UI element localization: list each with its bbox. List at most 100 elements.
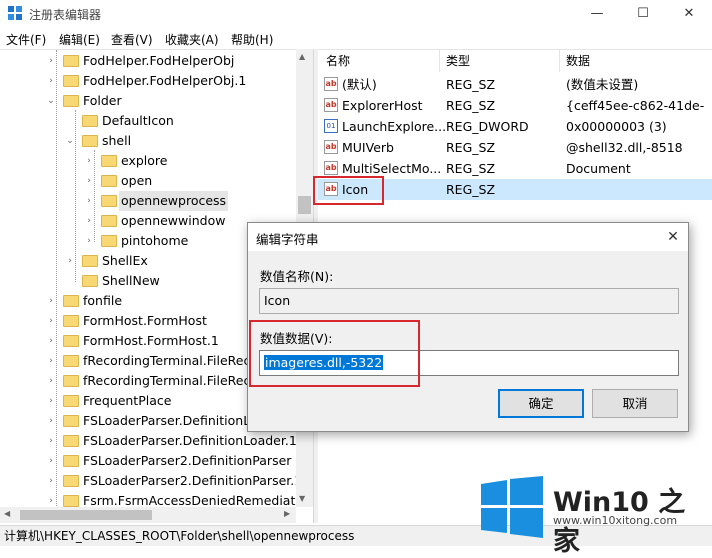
value-data: {ceff45ee-c862-41de- <box>566 98 705 113</box>
dialog-close-icon[interactable]: ✕ <box>660 226 686 248</box>
annotation-highlight-value-data <box>249 320 420 387</box>
column-header-name[interactable]: 名称 <box>326 50 350 72</box>
tree-item[interactable]: › FSLoaderParser2.DefinitionParser.1 <box>0 471 302 491</box>
expand-arrow-icon[interactable]: › <box>46 411 56 431</box>
folder-icon <box>63 495 79 507</box>
expand-arrow-icon[interactable]: › <box>84 191 94 211</box>
scroll-up-icon[interactable]: ▲ <box>299 52 305 61</box>
tree-item-label: fonfile <box>83 293 123 308</box>
expand-arrow-icon[interactable]: › <box>46 351 56 371</box>
folder-icon <box>63 375 79 387</box>
expand-arrow-icon[interactable]: › <box>46 331 56 351</box>
folder-icon <box>63 55 79 67</box>
tree-scroll-thumb[interactable] <box>298 196 311 214</box>
column-header-type[interactable]: 类型 <box>446 50 470 72</box>
folder-icon <box>101 155 117 167</box>
tree-item-label: explore <box>121 153 168 168</box>
tree-item-label: shell <box>102 133 132 148</box>
expand-arrow-icon[interactable]: › <box>84 231 94 251</box>
watermark-url: www.win10xitong.com <box>553 514 678 527</box>
value-row[interactable]: ab ExplorerHost REG_SZ {ceff45ee-c862-41de- <box>318 95 712 116</box>
tree-item-label: fRecordingTerminal.FileReco <box>83 353 258 368</box>
annotation-highlight-icon-value <box>313 176 384 205</box>
expand-arrow-icon[interactable]: › <box>46 371 56 391</box>
value-row[interactable]: ab MUIVerb REG_SZ @shell32.dll,-8518 <box>318 137 712 158</box>
tree-item-label: Folder <box>83 93 122 108</box>
folder-icon <box>63 415 79 427</box>
tree-item[interactable]: › explore <box>0 151 296 171</box>
collapse-arrow-icon[interactable]: ⌄ <box>46 91 56 111</box>
tree-item[interactable]: DefaultIcon <box>0 111 296 131</box>
menu-bar <box>0 28 712 49</box>
expand-arrow-icon[interactable]: › <box>46 471 56 491</box>
folder-icon <box>101 215 117 227</box>
value-row[interactable]: ab (默认) REG_SZ (数值未设置) <box>318 74 712 95</box>
expand-arrow-icon[interactable]: › <box>65 251 75 271</box>
tree-item-label: FormHost.FormHost.1 <box>83 333 219 348</box>
tree-item[interactable]: › FodHelper.FodHelperObj.1 <box>0 71 296 91</box>
value-type: REG_DWORD <box>446 119 529 134</box>
folder-icon <box>63 475 79 487</box>
tree-item[interactable]: › FSLoaderParser2.DefinitionParser <box>0 451 296 471</box>
folder-icon <box>63 395 79 407</box>
expand-arrow-icon[interactable]: › <box>84 171 94 191</box>
folder-icon <box>101 195 117 207</box>
value-data: 0x00000003 (3) <box>566 119 667 134</box>
minimize-button[interactable]: — <box>574 0 620 28</box>
folder-icon <box>82 115 98 127</box>
close-button[interactable]: ✕ <box>666 0 712 28</box>
expand-arrow-icon[interactable]: › <box>46 451 56 471</box>
menu-view[interactable]: 查看(V) <box>111 31 153 48</box>
tree-item[interactable]: › opennewprocess <box>0 191 296 211</box>
value-row[interactable]: 01 LaunchExplore... REG_DWORD 0x00000003 (3… <box>318 116 712 137</box>
tree-item[interactable]: › FodHelper.FodHelperObj <box>0 51 296 71</box>
folder-icon <box>63 455 79 467</box>
value-name-label: 数值名称(N): <box>260 269 334 284</box>
tree-item-label: ShellEx <box>102 253 148 268</box>
collapse-arrow-icon[interactable]: ⌄ <box>65 131 75 151</box>
value-type: REG_SZ <box>446 161 496 176</box>
tree-item-label: FSLoaderParser.DefinitionLo <box>83 413 258 428</box>
tree-item[interactable]: › open <box>0 171 296 191</box>
menu-edit[interactable]: 编辑(E) <box>59 31 100 48</box>
maximize-button[interactable]: ☐ <box>620 0 666 28</box>
tree-item-label: FormHost.FormHost <box>83 313 207 328</box>
tree-item[interactable]: ⌄ shell <box>0 131 296 151</box>
value-name: LaunchExplore... <box>342 119 447 134</box>
value-type: REG_SZ <box>446 77 496 92</box>
reg-sz-icon: ab <box>324 77 338 91</box>
value-name: ExplorerHost <box>342 98 423 113</box>
menu-favorites[interactable]: 收藏夹(A) <box>165 31 219 48</box>
tree-item[interactable]: › FSLoaderParser.DefinitionLoader.1 <box>0 431 297 451</box>
expand-arrow-icon[interactable]: › <box>46 71 56 91</box>
tree-hscroll-thumb[interactable] <box>20 510 152 520</box>
menu-file[interactable]: 文件(F) <box>6 31 46 48</box>
value-name: MUIVerb <box>342 140 394 155</box>
column-header-data[interactable]: 数据 <box>566 50 590 72</box>
value-type: REG_SZ <box>446 98 496 113</box>
reg-sz-icon: ab <box>324 161 338 175</box>
folder-icon <box>101 175 117 187</box>
column-separator[interactable] <box>559 50 560 72</box>
tree-item-label: opennewwindow <box>121 213 226 228</box>
column-separator[interactable] <box>439 50 440 72</box>
folder-icon <box>82 135 98 147</box>
expand-arrow-icon[interactable]: › <box>46 391 56 411</box>
scroll-left-icon[interactable]: ◀ <box>4 509 10 518</box>
value-type: REG_SZ <box>446 140 496 155</box>
scroll-down-icon[interactable]: ▼ <box>299 494 305 503</box>
value-name: (默认) <box>342 77 377 92</box>
ok-button[interactable]: 确定 <box>498 389 584 418</box>
menu-help[interactable]: 帮助(H) <box>231 31 273 48</box>
expand-arrow-icon[interactable]: › <box>84 151 94 171</box>
expand-arrow-icon[interactable]: › <box>46 311 56 331</box>
tree-item[interactable]: ⌄ Folder <box>0 91 296 111</box>
value-name-field: Icon <box>259 288 679 314</box>
expand-arrow-icon[interactable]: › <box>84 211 94 231</box>
tree-item-label: open <box>121 173 153 188</box>
scroll-right-icon[interactable]: ▶ <box>284 509 290 518</box>
cancel-button[interactable]: 取消 <box>592 389 678 418</box>
expand-arrow-icon[interactable]: › <box>46 51 56 71</box>
expand-arrow-icon[interactable]: › <box>46 431 56 451</box>
expand-arrow-icon[interactable]: › <box>46 291 56 311</box>
